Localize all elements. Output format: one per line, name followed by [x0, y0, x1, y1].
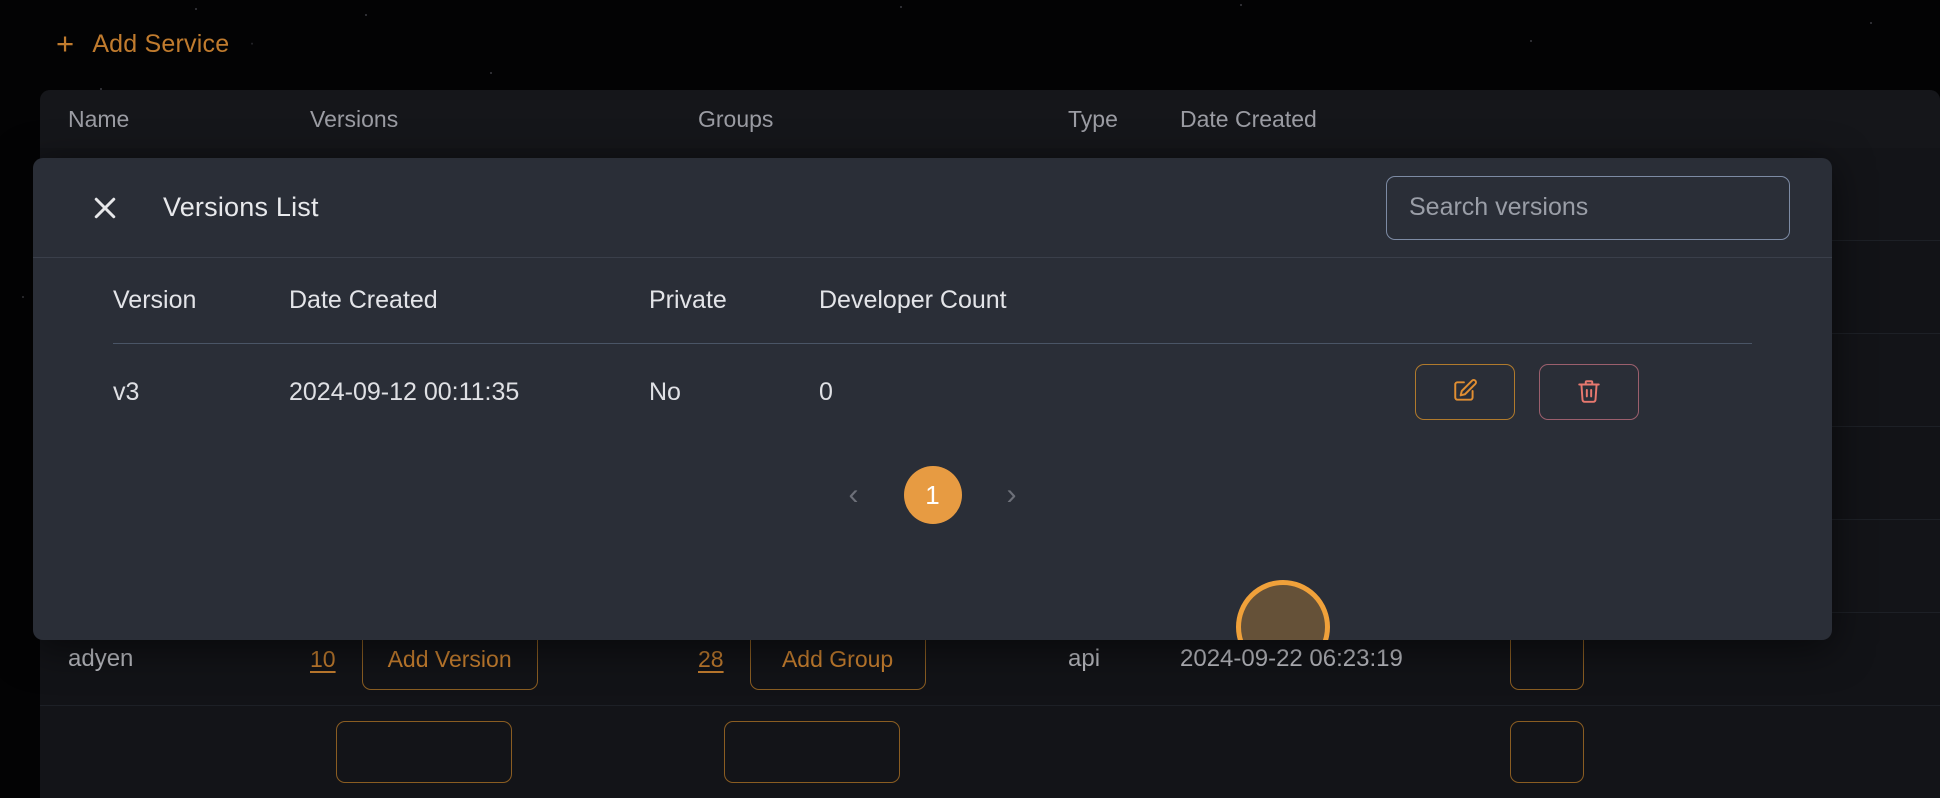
cell-service-name: adyen — [68, 645, 134, 672]
versions-count-link[interactable]: 10 — [310, 646, 336, 673]
table-row[interactable] — [40, 706, 1940, 798]
column-header-type: Type — [1068, 105, 1118, 132]
pagination-page-1[interactable]: 1 — [903, 466, 962, 524]
search-container — [1386, 175, 1790, 240]
add-version-button[interactable] — [336, 721, 512, 783]
column-header-date-created: Date Created — [289, 286, 438, 314]
column-header-developer-count: Developer Count — [819, 286, 1007, 314]
groups-count-link[interactable]: 28 — [698, 646, 724, 673]
cell-type: api — [1068, 645, 1101, 672]
column-header-private: Private — [649, 286, 727, 314]
row-actions — [1149, 364, 1752, 420]
edit-version-button[interactable] — [1415, 364, 1515, 420]
modal-body: Version Date Created Private Developer C… — [33, 258, 1832, 640]
cell-developer-count: 0 — [819, 377, 833, 406]
delete-version-button[interactable] — [1539, 364, 1639, 420]
modal-title: Versions List — [163, 192, 319, 222]
versions-table: Version Date Created Private Developer C… — [113, 258, 1752, 440]
cell-version: v3 — [113, 377, 140, 406]
column-header-versions: Versions — [310, 105, 399, 132]
search-input[interactable] — [1386, 175, 1790, 240]
plus-icon: + — [56, 25, 75, 61]
column-header-date-created: Date Created — [1180, 105, 1317, 132]
versions-table-header: Version Date Created Private Developer C… — [113, 258, 1752, 344]
app-root: + Add Service · Name Versions Groups Typ… — [0, 0, 1940, 798]
edit-icon — [1452, 378, 1478, 407]
click-highlight-ring — [1236, 580, 1330, 640]
add-service-label: Add Service — [92, 29, 230, 58]
column-header-name: Name — [68, 105, 130, 132]
add-group-button[interactable] — [724, 721, 900, 783]
column-header-version: Version — [113, 286, 197, 314]
row-edit-button[interactable] — [1510, 721, 1584, 783]
toolbar-caret: · — [249, 35, 255, 52]
trash-icon — [1576, 378, 1602, 407]
versions-list-modal: Versions List Version Date Created Priva… — [33, 158, 1832, 640]
table-row: v3 2024-09-12 00:11:35 No 0 — [113, 344, 1752, 440]
cell-date-created: 2024-09-12 00:11:35 — [289, 377, 520, 406]
modal-header: Versions List — [33, 158, 1832, 258]
column-header-groups: Groups — [698, 105, 774, 132]
cell-date-created: 2024-09-22 06:23:19 — [1180, 645, 1403, 672]
top-toolbar: + Add Service · — [0, 0, 1940, 88]
services-table-header: Name Versions Groups Type Date Created — [40, 90, 1940, 148]
decor-star — [22, 296, 24, 298]
pagination: ‹ 1 › — [113, 440, 1752, 550]
close-icon[interactable] — [85, 188, 125, 228]
chevron-left-icon[interactable]: ‹ — [834, 475, 874, 515]
chevron-right-icon[interactable]: › — [992, 475, 1032, 515]
cell-private: No — [649, 377, 681, 406]
add-service-button[interactable]: + Add Service — [56, 19, 243, 70]
